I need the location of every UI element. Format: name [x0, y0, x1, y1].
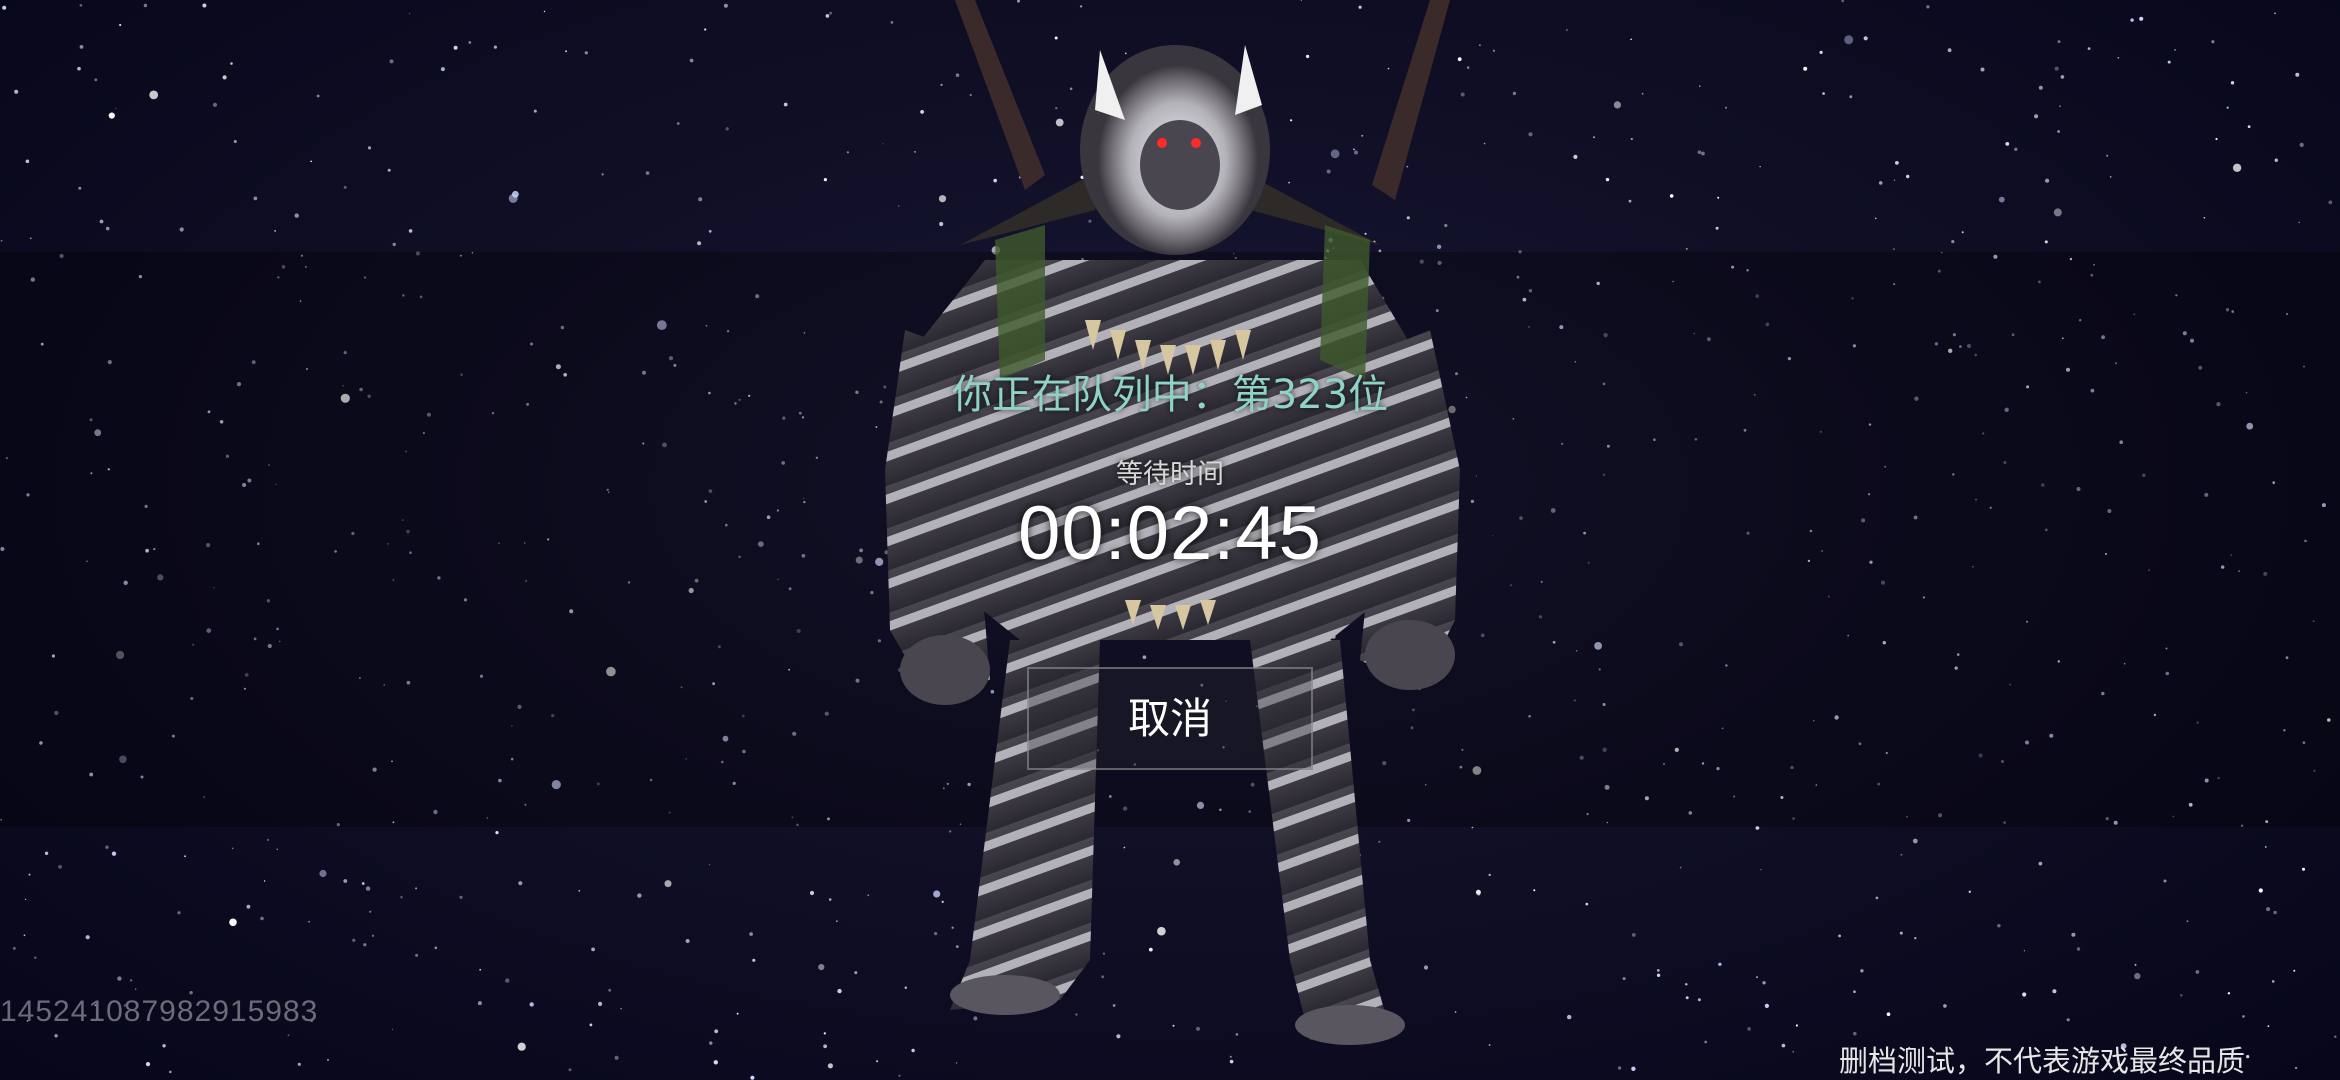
queue-screen: 你正在队列中：第323位 等待时间 00:02:45 取消 1452410879… [0, 0, 2340, 1080]
queue-position-text: 你正在队列中：第323位 [0, 362, 2340, 420]
queue-prefix: 你正在队列中： [951, 372, 1232, 418]
wait-time-label: 等待时间 [1116, 459, 1224, 490]
player-id: 14524108798291​5983 [0, 995, 319, 1028]
cancel-button[interactable]: 取消 [1027, 667, 1313, 770]
disclaimer-text: 删档测试，不代表游戏最终品质 [1838, 1044, 2245, 1078]
wait-timer: 00:02:45 [1018, 491, 1322, 576]
queue-position: 第323位 [1231, 372, 1389, 418]
